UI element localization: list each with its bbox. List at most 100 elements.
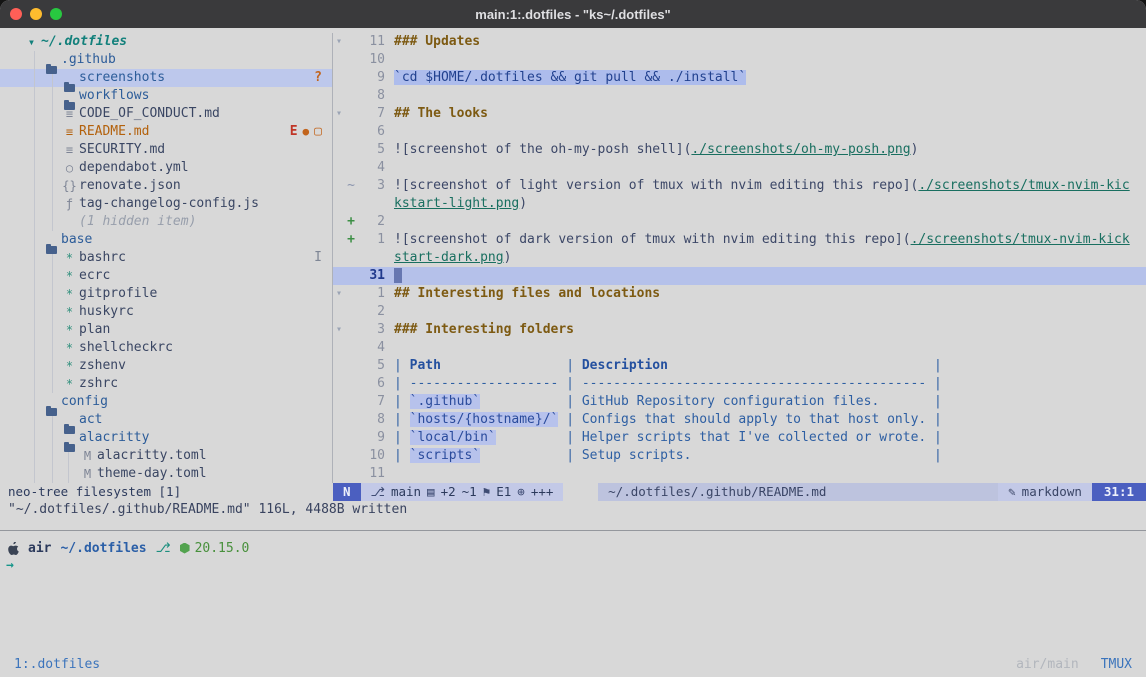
git-sign [345,69,357,87]
tree-item[interactable]: Mtheme-day.toml [0,465,332,483]
git-sign [345,159,357,177]
tree-item[interactable]: config [0,393,332,411]
tree-item-label: alacritty [79,429,149,447]
editor-line[interactable]: 2 [333,303,1146,321]
tree-item[interactable]: (1 hidden item) [0,213,332,231]
editor-line[interactable]: start-dark.png) [333,249,1146,267]
line-text: ## The looks [394,105,488,123]
text-segment: | [394,394,410,409]
text-segment: ![screenshot of the oh-my-posh shell]( [394,142,691,157]
editor-line[interactable]: 31 [333,267,1146,285]
hunk-counts: +++ [531,483,554,501]
editor-line[interactable]: 5![screenshot of the oh-my-posh shell](.… [333,141,1146,159]
chevron-open-icon: ▾ [24,33,39,51]
diff-changed: ~1 [462,483,477,501]
tree-item[interactable]: *zshrc [0,375,332,393]
line-number: 5 [357,357,385,375]
tree-item[interactable]: alacritty [0,429,332,447]
tree-item-label: alacritty.toml [97,447,207,465]
git-sign [345,411,357,429]
tree-item[interactable]: *huskyrc [0,303,332,321]
line-text: | Path | Description | [394,357,942,375]
tree-item-label: gitprofile [79,285,157,303]
git-sign [345,321,357,339]
editor-line[interactable]: 4 [333,339,1146,357]
tree-item[interactable]: {}renovate.json [0,177,332,195]
shell-icon: * [62,267,77,285]
fold-column [333,429,345,447]
editor-line[interactable]: 11 [333,465,1146,483]
text-segment: | ------------------- | ----------------… [394,376,942,391]
tree-item[interactable]: *zshenv [0,357,332,375]
tree-item[interactable]: base [0,231,332,249]
editor-line[interactable]: 10 [333,51,1146,69]
editor-line[interactable]: ▾3### Interesting folders [333,321,1146,339]
fold-column [333,123,345,141]
diagnostic-icon: ⚑ [483,483,491,501]
tree-item[interactable]: Malacritty.toml [0,447,332,465]
line-number: 31 [357,267,385,285]
tmux-window-tab[interactable]: 1:.dotfiles [14,657,100,672]
editor-line[interactable]: 8 [333,87,1146,105]
text-segment: ) [911,142,919,157]
editor-line[interactable]: 8| `hosts/{hostname}/` | Configs that sh… [333,411,1146,429]
line-number: 8 [357,411,385,429]
fold-column [333,267,345,285]
git-sign [345,375,357,393]
editor-line[interactable]: 7| `.github` | GitHub Repository configu… [333,393,1146,411]
tree-item-label: SECURITY.md [79,141,165,159]
text-segment: ./screenshots/tmux-nvim-kic [918,178,1129,193]
editor-line[interactable]: 4 [333,159,1146,177]
tree-item[interactable]: workflows [0,87,332,105]
editor-line[interactable]: 9`cd $HOME/.dotfiles && git pull && ./in… [333,69,1146,87]
fold-column [333,87,345,105]
editor-line[interactable]: 9| `local/bin` | Helper scripts that I'v… [333,429,1146,447]
editor-line[interactable]: ▾1## Interesting files and locations [333,285,1146,303]
line-number: 9 [357,69,385,87]
zoom-button[interactable] [50,8,62,20]
editor-line[interactable]: +2 [333,213,1146,231]
tree-item[interactable]: ≡README.mdE●▢ [0,123,332,141]
editor-line[interactable]: 5 | Path | Description | [333,357,1146,375]
editor-line[interactable]: 6| ------------------- | ---------------… [333,375,1146,393]
editor-line[interactable]: +1![screenshot of dark version of tmux w… [333,231,1146,249]
tree-item[interactable]: .github [0,51,332,69]
text-segment: | [441,358,582,373]
fold-icon: ▾ [333,33,345,51]
tree-item[interactable]: ≡CODE_OF_CONDUCT.md [0,105,332,123]
line-number: 5 [357,141,385,159]
line-text: start-dark.png) [394,249,511,267]
tree-item[interactable]: ƒtag-changelog-config.js [0,195,332,213]
tree-item[interactable]: ○dependabot.yml [0,159,332,177]
shell-prompt: air ~/.dotfiles ⎇ 20.15.0 [0,539,1146,557]
tree-item[interactable]: *shellcheckrc [0,339,332,357]
text-segment: | [480,394,582,409]
minimize-button[interactable] [30,8,42,20]
editor-line[interactable]: kstart-light.png) [333,195,1146,213]
fold-icon: ▾ [333,105,345,123]
diff-icon: ▤ [427,483,435,501]
editor-line[interactable]: ▾11### Updates [333,33,1146,51]
text-segment: Path [410,358,441,373]
tree-item-label: ~/.dotfiles [41,33,127,51]
tree-item-label: .github [61,51,116,69]
editor-line[interactable]: ~3![screenshot of light version of tmux … [333,177,1146,195]
git-sign [345,465,357,483]
tree-item-label: base [61,231,92,249]
close-button[interactable] [10,8,22,20]
fold-column [333,447,345,465]
editor-line[interactable]: 6 [333,123,1146,141]
editor-line[interactable]: ▾7## The looks [333,105,1146,123]
diff-added: +2 [441,483,456,501]
line-number: 7 [357,393,385,411]
tree-item[interactable]: ▾~/.dotfiles [0,33,332,51]
tmux-pane-separator[interactable] [0,530,1146,531]
editor-line[interactable]: 10| `scripts` | Setup scripts. | [333,447,1146,465]
hunk-icon: ⊕ [517,483,525,501]
tree-item[interactable]: *plan [0,321,332,339]
line-text: | ------------------- | ----------------… [394,375,942,393]
tree-item[interactable]: *gitprofile [0,285,332,303]
tree-item[interactable]: *ecrc [0,267,332,285]
tree-item[interactable]: ≡SECURITY.md [0,141,332,159]
prompt-arrow[interactable]: → [0,557,1146,575]
